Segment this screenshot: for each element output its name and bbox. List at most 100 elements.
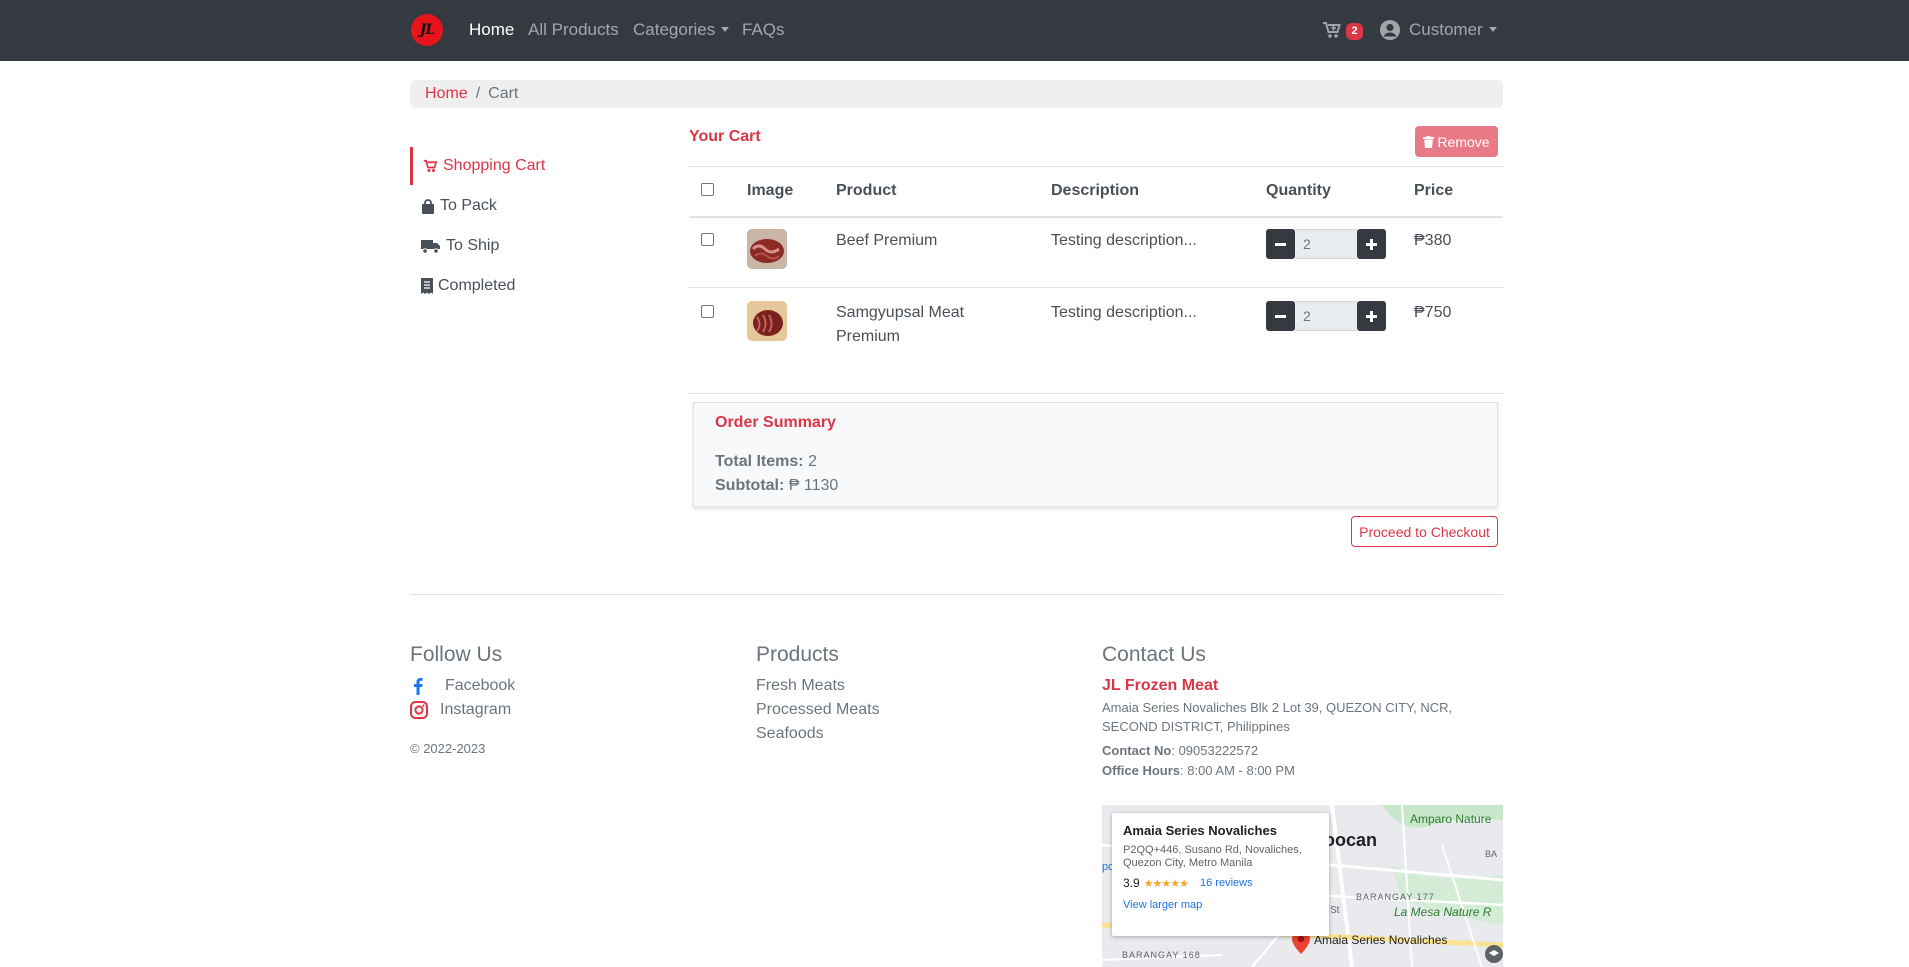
minus-icon xyxy=(1275,242,1286,246)
cart-icon[interactable] xyxy=(1322,21,1342,44)
trash-icon xyxy=(1423,135,1435,148)
subtotal-label: Subtotal: xyxy=(715,477,785,494)
header-price: Price xyxy=(1414,182,1454,199)
star-rating-icon: ★★★★★ xyxy=(1143,877,1189,890)
sidebar-item-to-ship[interactable]: To Ship xyxy=(410,227,660,265)
table-bottom-border xyxy=(689,393,1503,394)
sidebar-item-shopping-cart[interactable]: Shopping Cart xyxy=(410,147,660,185)
user-avatar-icon[interactable] xyxy=(1379,19,1401,46)
nav-faqs[interactable]: FAQs xyxy=(742,20,785,40)
bag-icon xyxy=(422,198,434,214)
proceed-to-checkout-button[interactable]: Proceed to Checkout xyxy=(1351,516,1498,547)
embedded-map[interactable]: oocan Amparo Nature BARANGAY 177 La Mesa… xyxy=(1102,805,1503,967)
order-summary-title: Order Summary xyxy=(715,414,836,431)
subtotal-value: ₱ 1130 xyxy=(788,477,839,494)
remove-label: Remove xyxy=(1437,133,1490,150)
receipt-icon xyxy=(421,278,433,294)
footer-link-processed-meats[interactable]: Processed Meats xyxy=(756,701,880,719)
header-image: Image xyxy=(747,182,794,199)
footer-link-seafoods[interactable]: Seafoods xyxy=(756,725,824,743)
instagram-icon xyxy=(410,701,428,719)
footer-link-fresh-meats[interactable]: Fresh Meats xyxy=(756,677,845,695)
increment-button[interactable] xyxy=(1357,229,1386,259)
product-thumbnail xyxy=(747,229,787,269)
breadcrumb-home[interactable]: Home xyxy=(425,85,468,102)
plus-icon xyxy=(1366,238,1377,250)
sidebar-item-completed[interactable]: Completed xyxy=(410,267,660,305)
chevron-down-icon xyxy=(721,27,730,32)
sidebar-item-label: To Pack xyxy=(440,197,497,214)
hours-label: Office Hours xyxy=(1102,763,1181,778)
decrement-button[interactable] xyxy=(1266,301,1295,331)
company-name: JL Frozen Meat xyxy=(1102,677,1219,694)
nav-categories[interactable]: Categories xyxy=(633,20,730,40)
quantity-input[interactable]: 2 xyxy=(1295,229,1357,259)
sidebar-item-to-pack[interactable]: To Pack xyxy=(410,187,660,225)
total-items-value: 2 xyxy=(808,453,817,470)
row-checkbox[interactable] xyxy=(701,233,714,246)
product-price: ₱750 xyxy=(1414,304,1452,321)
product-description: Testing description... xyxy=(1051,232,1197,249)
map-label: BARANGAY 177 xyxy=(1356,892,1435,902)
map-reviews-link[interactable]: 16 reviews xyxy=(1200,877,1253,889)
instagram-link[interactable]: Instagram xyxy=(410,701,511,719)
remove-button[interactable]: Remove xyxy=(1415,126,1498,157)
follow-us-title: Follow Us xyxy=(410,643,503,666)
chevron-down-icon xyxy=(1488,27,1497,32)
company-address: Amaia Series Novaliches Blk 2 Lot 39, QU… xyxy=(1102,700,1453,734)
total-items-label: Total Items: xyxy=(715,453,804,470)
map-place-label: Amaia Series Novaliches xyxy=(1314,933,1448,947)
header-quantity: Quantity xyxy=(1266,182,1331,199)
navbar: JL Home All Products Categories FAQs 2 C… xyxy=(0,0,1909,61)
sidebar-item-label: Completed xyxy=(438,277,516,294)
breadcrumb-separator: / xyxy=(475,85,481,102)
footer-divider xyxy=(410,594,1503,595)
map-label: oocan xyxy=(1324,830,1378,850)
contact-value: : 09053222572 xyxy=(1171,743,1259,758)
cart-icon xyxy=(423,159,438,172)
map-label: BARANGAY 168 xyxy=(1122,950,1201,960)
contact-label: Contact No xyxy=(1102,743,1172,758)
plus-icon xyxy=(1366,310,1377,322)
map-rating: 3.9 xyxy=(1123,876,1140,890)
decrement-button[interactable] xyxy=(1266,229,1295,259)
subtotal-row: Subtotal: ₱ 1130 xyxy=(715,477,838,495)
cart-count-badge: 2 xyxy=(1346,23,1363,40)
user-menu[interactable]: Customer xyxy=(1409,20,1497,40)
row-checkbox[interactable] xyxy=(701,305,714,318)
logo-text: JL xyxy=(419,22,436,38)
truck-icon xyxy=(421,239,440,254)
breadcrumb: Home / Cart xyxy=(410,80,1503,108)
map-place-name: Amaia Series Novaliches xyxy=(1123,823,1277,838)
hours-value: : 8:00 AM - 8:00 PM xyxy=(1180,763,1295,778)
nav-categories-label: Categories xyxy=(633,20,716,39)
total-items-row: Total Items: 2 xyxy=(715,453,817,471)
header-product: Product xyxy=(836,182,897,199)
user-menu-label: Customer xyxy=(1409,20,1483,39)
quantity-input[interactable]: 2 xyxy=(1295,301,1357,331)
increment-button[interactable] xyxy=(1357,301,1386,331)
view-larger-map-link[interactable]: View larger map xyxy=(1123,899,1318,911)
product-name: Beef Premium xyxy=(836,232,938,249)
select-all-checkbox[interactable] xyxy=(701,183,714,196)
copyright: © 2022-2023 xyxy=(410,741,486,756)
facebook-link[interactable]: Facebook xyxy=(410,677,515,695)
row-divider xyxy=(689,287,1503,288)
map-label: Amparo Nature xyxy=(1410,812,1492,826)
minus-icon xyxy=(1275,314,1286,318)
product-description: Testing description... xyxy=(1051,304,1197,321)
instagram-label: Instagram xyxy=(440,701,512,718)
nav-home[interactable]: Home xyxy=(469,20,514,40)
quantity-stepper: 2 xyxy=(1266,229,1386,259)
map-rating-row: 3.9 ★★★★★ 16 reviews xyxy=(1123,876,1318,890)
nav-all-products[interactable]: All Products xyxy=(528,20,619,40)
order-summary-card: Order Summary Total Items: 2 Subtotal: ₱… xyxy=(693,402,1498,507)
brand-logo[interactable]: JL xyxy=(411,14,443,46)
sidebar-item-label: Shopping Cart xyxy=(443,157,546,174)
school-icon xyxy=(1485,945,1503,963)
cart-title: Your Cart xyxy=(689,128,761,145)
table-top-border xyxy=(689,166,1503,167)
map-label: BA xyxy=(1485,849,1498,859)
table-header-border xyxy=(689,216,1503,218)
facebook-icon xyxy=(414,678,423,695)
